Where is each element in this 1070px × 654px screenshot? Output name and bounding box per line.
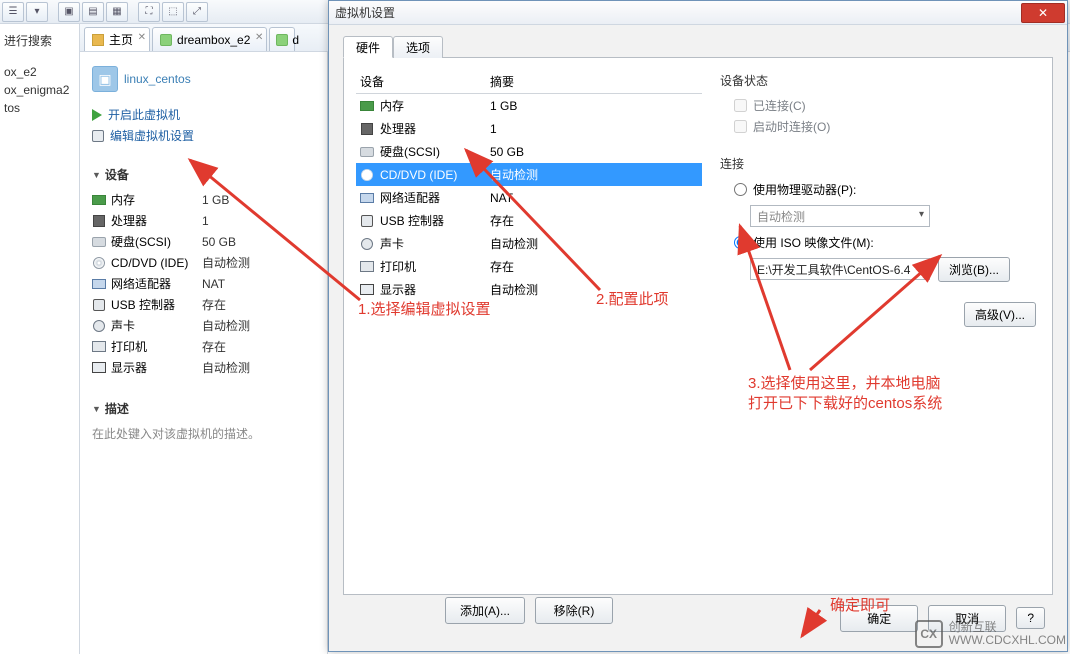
ok-button[interactable]: 确定 bbox=[840, 605, 918, 632]
snd-icon bbox=[360, 237, 374, 251]
mem-icon bbox=[360, 99, 374, 113]
tree-item[interactable]: ox_enigma2 bbox=[2, 81, 77, 99]
section-description[interactable]: ▼描述 bbox=[92, 400, 319, 417]
tab-options[interactable]: 选项 bbox=[393, 36, 443, 58]
tab-hardware[interactable]: 硬件 bbox=[343, 36, 393, 58]
vm-settings-dialog: 虚拟机设置 ✕ 硬件 选项 设备 摘要 内存1 GB处理器1硬盘(SCSI)50… bbox=[328, 0, 1068, 652]
close-icon[interactable]: ✕ bbox=[255, 32, 263, 43]
toolbar-btn[interactable]: ⛶ bbox=[138, 2, 160, 22]
vm-title: ▣ linux_centos bbox=[92, 66, 319, 92]
device-row[interactable]: 硬盘(SCSI)50 GB bbox=[92, 231, 319, 252]
cpu-icon bbox=[360, 122, 374, 136]
chk-connect-on-power[interactable]: 启动时连接(O) bbox=[720, 116, 1036, 137]
vm-title-text: linux_centos bbox=[124, 72, 191, 86]
edit-settings-link[interactable]: 编辑虚拟机设置 bbox=[92, 127, 319, 144]
snd-icon bbox=[92, 319, 106, 333]
link-label: 开启此虚拟机 bbox=[108, 106, 180, 123]
radio-iso-file[interactable]: 使用 ISO 映像文件(M): bbox=[720, 231, 1036, 254]
device-row[interactable]: 内存1 GB bbox=[92, 189, 319, 210]
device-row[interactable]: 网络适配器NAT bbox=[92, 273, 319, 294]
cd-icon bbox=[92, 256, 106, 270]
vm-icon bbox=[159, 33, 173, 47]
chk-connected[interactable]: 已连接(C) bbox=[720, 95, 1036, 116]
hw-row[interactable]: 显示器自动检测 bbox=[356, 278, 702, 301]
hardware-detail: 设备状态 已连接(C) 启动时连接(O) 连接 使用物理驱动器(P): 自动检测… bbox=[716, 70, 1040, 582]
advanced-button[interactable]: 高级(V)... bbox=[964, 302, 1036, 327]
cd-icon bbox=[360, 168, 374, 182]
browse-button[interactable]: 浏览(B)... bbox=[938, 257, 1010, 282]
tab-home[interactable]: 主页 ✕ bbox=[84, 27, 150, 51]
hw-row[interactable]: 打印机存在 bbox=[356, 255, 702, 278]
cpu-icon bbox=[92, 214, 106, 228]
connection-header: 连接 bbox=[720, 155, 1036, 172]
tree-item[interactable]: ox_e2 bbox=[2, 63, 77, 81]
tree-item[interactable]: tos bbox=[2, 99, 77, 117]
close-button[interactable]: ✕ bbox=[1021, 3, 1065, 23]
toolbar-btn[interactable]: ⬚ bbox=[162, 2, 184, 22]
mem-icon bbox=[92, 193, 106, 207]
status-header: 设备状态 bbox=[720, 72, 1036, 89]
hardware-list: 设备 摘要 内存1 GB处理器1硬盘(SCSI)50 GBCD/DVD (IDE… bbox=[356, 70, 702, 582]
tab-vm[interactable]: dreambox_e2 ✕ bbox=[152, 27, 267, 51]
power-on-link[interactable]: 开启此虚拟机 bbox=[92, 106, 319, 123]
remove-button[interactable]: 移除(R) bbox=[535, 597, 613, 624]
disk-icon bbox=[360, 145, 374, 159]
device-row[interactable]: 打印机存在 bbox=[92, 336, 319, 357]
hw-row[interactable]: 声卡自动检测 bbox=[356, 232, 702, 255]
tab-label: 主页 bbox=[109, 31, 133, 48]
vm-summary-panel: ▣ linux_centos 开启此虚拟机 编辑虚拟机设置 ▼设备 内存1 GB… bbox=[80, 52, 328, 654]
device-row[interactable]: USB 控制器存在 bbox=[92, 294, 319, 315]
hw-row[interactable]: CD/DVD (IDE)自动检测 bbox=[356, 163, 702, 186]
toolbar-btn[interactable]: ▤ bbox=[82, 2, 104, 22]
toolbar-btn[interactable]: ⤢ bbox=[186, 2, 208, 22]
toolbar-btn[interactable]: ▣ bbox=[58, 2, 80, 22]
toolbar-btn[interactable]: ☰ bbox=[2, 2, 24, 22]
device-row[interactable]: 声卡自动检测 bbox=[92, 315, 319, 336]
net-icon bbox=[360, 191, 374, 205]
net-icon bbox=[92, 277, 106, 291]
toolbar-btn[interactable]: ▾ bbox=[26, 2, 48, 22]
iso-path-select[interactable]: E:\开发工具软件\CentOS-6.4 bbox=[750, 258, 930, 280]
hw-row[interactable]: USB 控制器存在 bbox=[356, 209, 702, 232]
library-sidebar: 进行搜索 ox_e2 ox_enigma2 tos bbox=[0, 24, 80, 654]
home-icon bbox=[91, 33, 105, 47]
radio-physical-drive[interactable]: 使用物理驱动器(P): bbox=[720, 178, 1036, 201]
hw-row[interactable]: 处理器1 bbox=[356, 117, 702, 140]
col-summary: 摘要 bbox=[490, 73, 514, 90]
usb-icon bbox=[92, 298, 106, 312]
add-button[interactable]: 添加(A)... bbox=[445, 597, 525, 624]
description-placeholder[interactable]: 在此处键入对该虚拟机的描述。 bbox=[92, 425, 319, 442]
tab-vm[interactable]: d bbox=[269, 27, 295, 51]
search-label[interactable]: 进行搜索 bbox=[2, 28, 77, 53]
disp-icon bbox=[360, 283, 374, 297]
hw-row[interactable]: 内存1 GB bbox=[356, 94, 702, 117]
disk-icon bbox=[92, 235, 106, 249]
play-icon bbox=[92, 109, 102, 121]
physical-drive-select: 自动检测 bbox=[750, 205, 930, 227]
disp-icon bbox=[92, 361, 106, 375]
hw-row[interactable]: 硬盘(SCSI)50 GB bbox=[356, 140, 702, 163]
prn-icon bbox=[360, 260, 374, 274]
dialog-title-text: 虚拟机设置 bbox=[335, 4, 395, 21]
tab-label: d bbox=[292, 33, 299, 47]
dialog-titlebar: 虚拟机设置 ✕ bbox=[329, 1, 1067, 25]
vm-icon: ▣ bbox=[92, 66, 118, 92]
watermark: CX 创新互联WWW.CDCXHL.COM bbox=[915, 620, 1066, 648]
tab-label: dreambox_e2 bbox=[177, 33, 250, 47]
device-row[interactable]: 处理器1 bbox=[92, 210, 319, 231]
device-row[interactable]: 显示器自动检测 bbox=[92, 357, 319, 378]
hw-row[interactable]: 网络适配器NAT bbox=[356, 186, 702, 209]
close-icon[interactable]: ✕ bbox=[138, 32, 146, 43]
gear-icon bbox=[92, 130, 104, 142]
toolbar-btn[interactable]: ▦ bbox=[106, 2, 128, 22]
link-label: 编辑虚拟机设置 bbox=[110, 127, 194, 144]
device-row[interactable]: CD/DVD (IDE)自动检测 bbox=[92, 252, 319, 273]
section-devices[interactable]: ▼设备 bbox=[92, 166, 319, 183]
vm-icon bbox=[276, 33, 288, 47]
usb-icon bbox=[360, 214, 374, 228]
watermark-logo: CX bbox=[915, 620, 943, 648]
col-device: 设备 bbox=[360, 73, 490, 90]
prn-icon bbox=[92, 340, 106, 354]
